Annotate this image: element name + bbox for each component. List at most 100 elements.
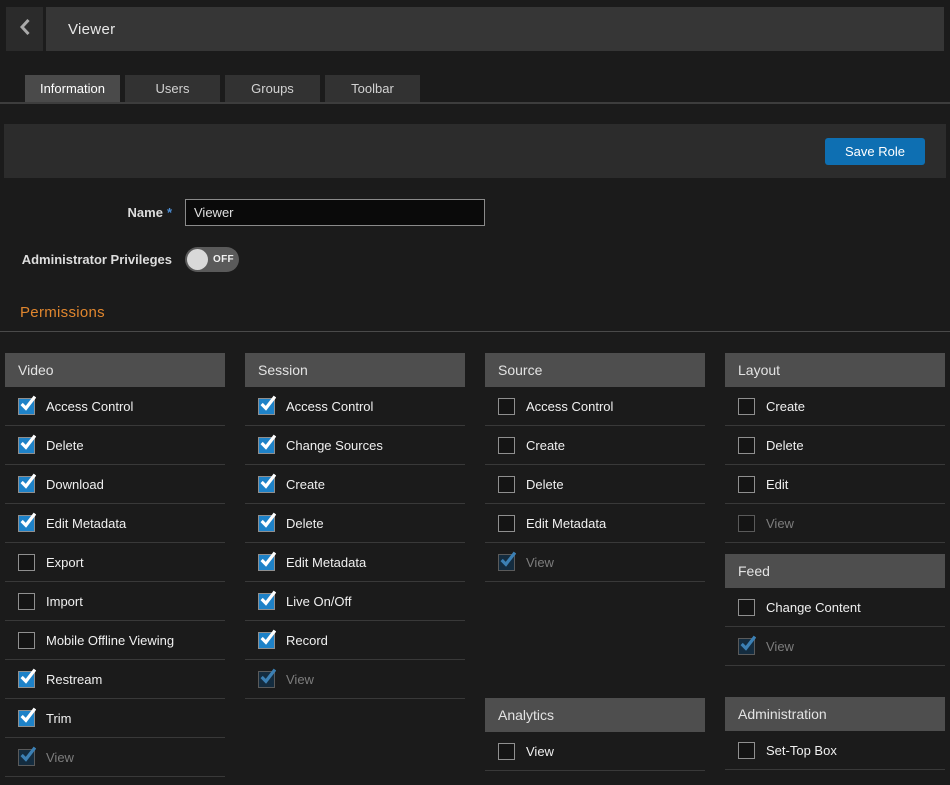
tab-groups[interactable]: Groups (225, 75, 320, 102)
permission-label: Export (46, 555, 84, 570)
permissions-heading: Permissions (20, 304, 950, 321)
permission-label: Access Control (46, 399, 133, 414)
permission-label: Delete (526, 477, 564, 492)
permission-item: Access Control (245, 387, 465, 426)
chevron-left-icon (20, 19, 30, 39)
permission-label: Download (46, 477, 104, 492)
admin-privileges-row: Administrator Privileges OFF (0, 247, 950, 272)
checkbox-video-download[interactable] (18, 476, 35, 493)
permission-item: Access Control (5, 387, 225, 426)
checkbox-layout-delete[interactable] (738, 437, 755, 454)
back-button[interactable] (6, 7, 46, 51)
save-role-button[interactable]: Save Role (825, 138, 925, 165)
permission-group-analytics: AnalyticsView (485, 698, 705, 771)
checkbox-source-create[interactable] (498, 437, 515, 454)
checkbox-session-change-sources[interactable] (258, 437, 275, 454)
checkbox-video-trim[interactable] (18, 710, 35, 727)
permissions-grid: VideoAccess ControlDeleteDownloadEdit Me… (5, 353, 945, 777)
checkbox-session-record[interactable] (258, 632, 275, 649)
checkbox-session-live-on-off[interactable] (258, 593, 275, 610)
checkbox-session-access-control[interactable] (258, 398, 275, 415)
permission-label: Set-Top Box (766, 743, 837, 758)
permissions-column: VideoAccess ControlDeleteDownloadEdit Me… (5, 353, 225, 777)
permission-label: Access Control (286, 399, 373, 414)
required-asterisk: * (167, 205, 172, 220)
checkbox-layout-edit[interactable] (738, 476, 755, 493)
permissions-column: SourceAccess ControlCreateDeleteEdit Met… (485, 353, 705, 777)
permission-item: Edit (725, 465, 945, 504)
admin-privileges-toggle[interactable]: OFF (185, 247, 239, 272)
permission-label: Access Control (526, 399, 613, 414)
permission-label: Create (286, 477, 325, 492)
permission-item: Record (245, 621, 465, 660)
header-bar: Viewer (6, 7, 944, 51)
permission-group-administration: AdministrationSet-Top Box (725, 697, 945, 770)
permission-item: Mobile Offline Viewing (5, 621, 225, 660)
checkbox-session-delete[interactable] (258, 515, 275, 532)
permission-item: Create (245, 465, 465, 504)
permission-label: View (766, 639, 794, 654)
permission-item: Live On/Off (245, 582, 465, 621)
checkbox-session-view (258, 671, 275, 688)
checkbox-video-access-control[interactable] (18, 398, 35, 415)
admin-privileges-label: Administrator Privileges (0, 252, 172, 267)
permission-label: Record (286, 633, 328, 648)
permission-group-feed: FeedChange Content View (725, 554, 945, 666)
name-label: Name* (0, 205, 172, 220)
permission-item: View (485, 732, 705, 771)
toggle-state-label: OFF (213, 254, 234, 265)
checkbox-source-delete[interactable] (498, 476, 515, 493)
checkbox-video-view (18, 749, 35, 766)
permission-item: Change Content (725, 588, 945, 627)
permissions-divider (0, 331, 950, 332)
permission-item: View (725, 504, 945, 543)
permission-item: Delete (5, 426, 225, 465)
group-header-feed: Feed (725, 554, 945, 588)
checkbox-video-delete[interactable] (18, 437, 35, 454)
checkbox-source-access-control[interactable] (498, 398, 515, 415)
permission-label: Delete (286, 516, 324, 531)
group-header-layout: Layout (725, 353, 945, 387)
permission-label: Trim (46, 711, 72, 726)
group-header-session: Session (245, 353, 465, 387)
permission-label: Edit Metadata (286, 555, 366, 570)
action-bar: Save Role (4, 124, 946, 178)
tab-users[interactable]: Users (125, 75, 220, 102)
checkbox-video-edit-metadata[interactable] (18, 515, 35, 532)
checkbox-analytics-view[interactable] (498, 743, 515, 760)
checkbox-video-export[interactable] (18, 554, 35, 571)
permission-item: Change Sources (245, 426, 465, 465)
permission-label: Delete (766, 438, 804, 453)
permission-item: Set-Top Box (725, 731, 945, 770)
checkbox-video-mobile-offline-viewing[interactable] (18, 632, 35, 649)
name-row: Name* (0, 199, 950, 226)
tab-information[interactable]: Information (25, 75, 120, 102)
checkbox-video-restream[interactable] (18, 671, 35, 688)
checkbox-session-edit-metadata[interactable] (258, 554, 275, 571)
tab-bar: InformationUsersGroupsToolbar (0, 75, 950, 104)
group-header-source: Source (485, 353, 705, 387)
permission-item: Restream (5, 660, 225, 699)
tab-toolbar[interactable]: Toolbar (325, 75, 420, 102)
permission-label: Create (766, 399, 805, 414)
checkbox-video-import[interactable] (18, 593, 35, 610)
permission-item: Export (5, 543, 225, 582)
checkbox-layout-view (738, 515, 755, 532)
permission-item: View (725, 627, 945, 666)
name-input[interactable] (185, 199, 485, 226)
checkbox-administration-set-top-box[interactable] (738, 742, 755, 759)
checkbox-source-view (498, 554, 515, 571)
permission-label: View (526, 555, 554, 570)
permission-item: Delete (485, 465, 705, 504)
permission-label: Edit Metadata (526, 516, 606, 531)
checkbox-feed-change-content[interactable] (738, 599, 755, 616)
permission-item: Delete (725, 426, 945, 465)
checkbox-layout-create[interactable] (738, 398, 755, 415)
permission-group-session: Session Access Control Change Sources Creat… (245, 353, 465, 699)
checkbox-session-create[interactable] (258, 476, 275, 493)
group-header-analytics: Analytics (485, 698, 705, 732)
checkbox-source-edit-metadata[interactable] (498, 515, 515, 532)
permission-label: View (766, 516, 794, 531)
checkbox-feed-view (738, 638, 755, 655)
permission-item: Create (725, 387, 945, 426)
